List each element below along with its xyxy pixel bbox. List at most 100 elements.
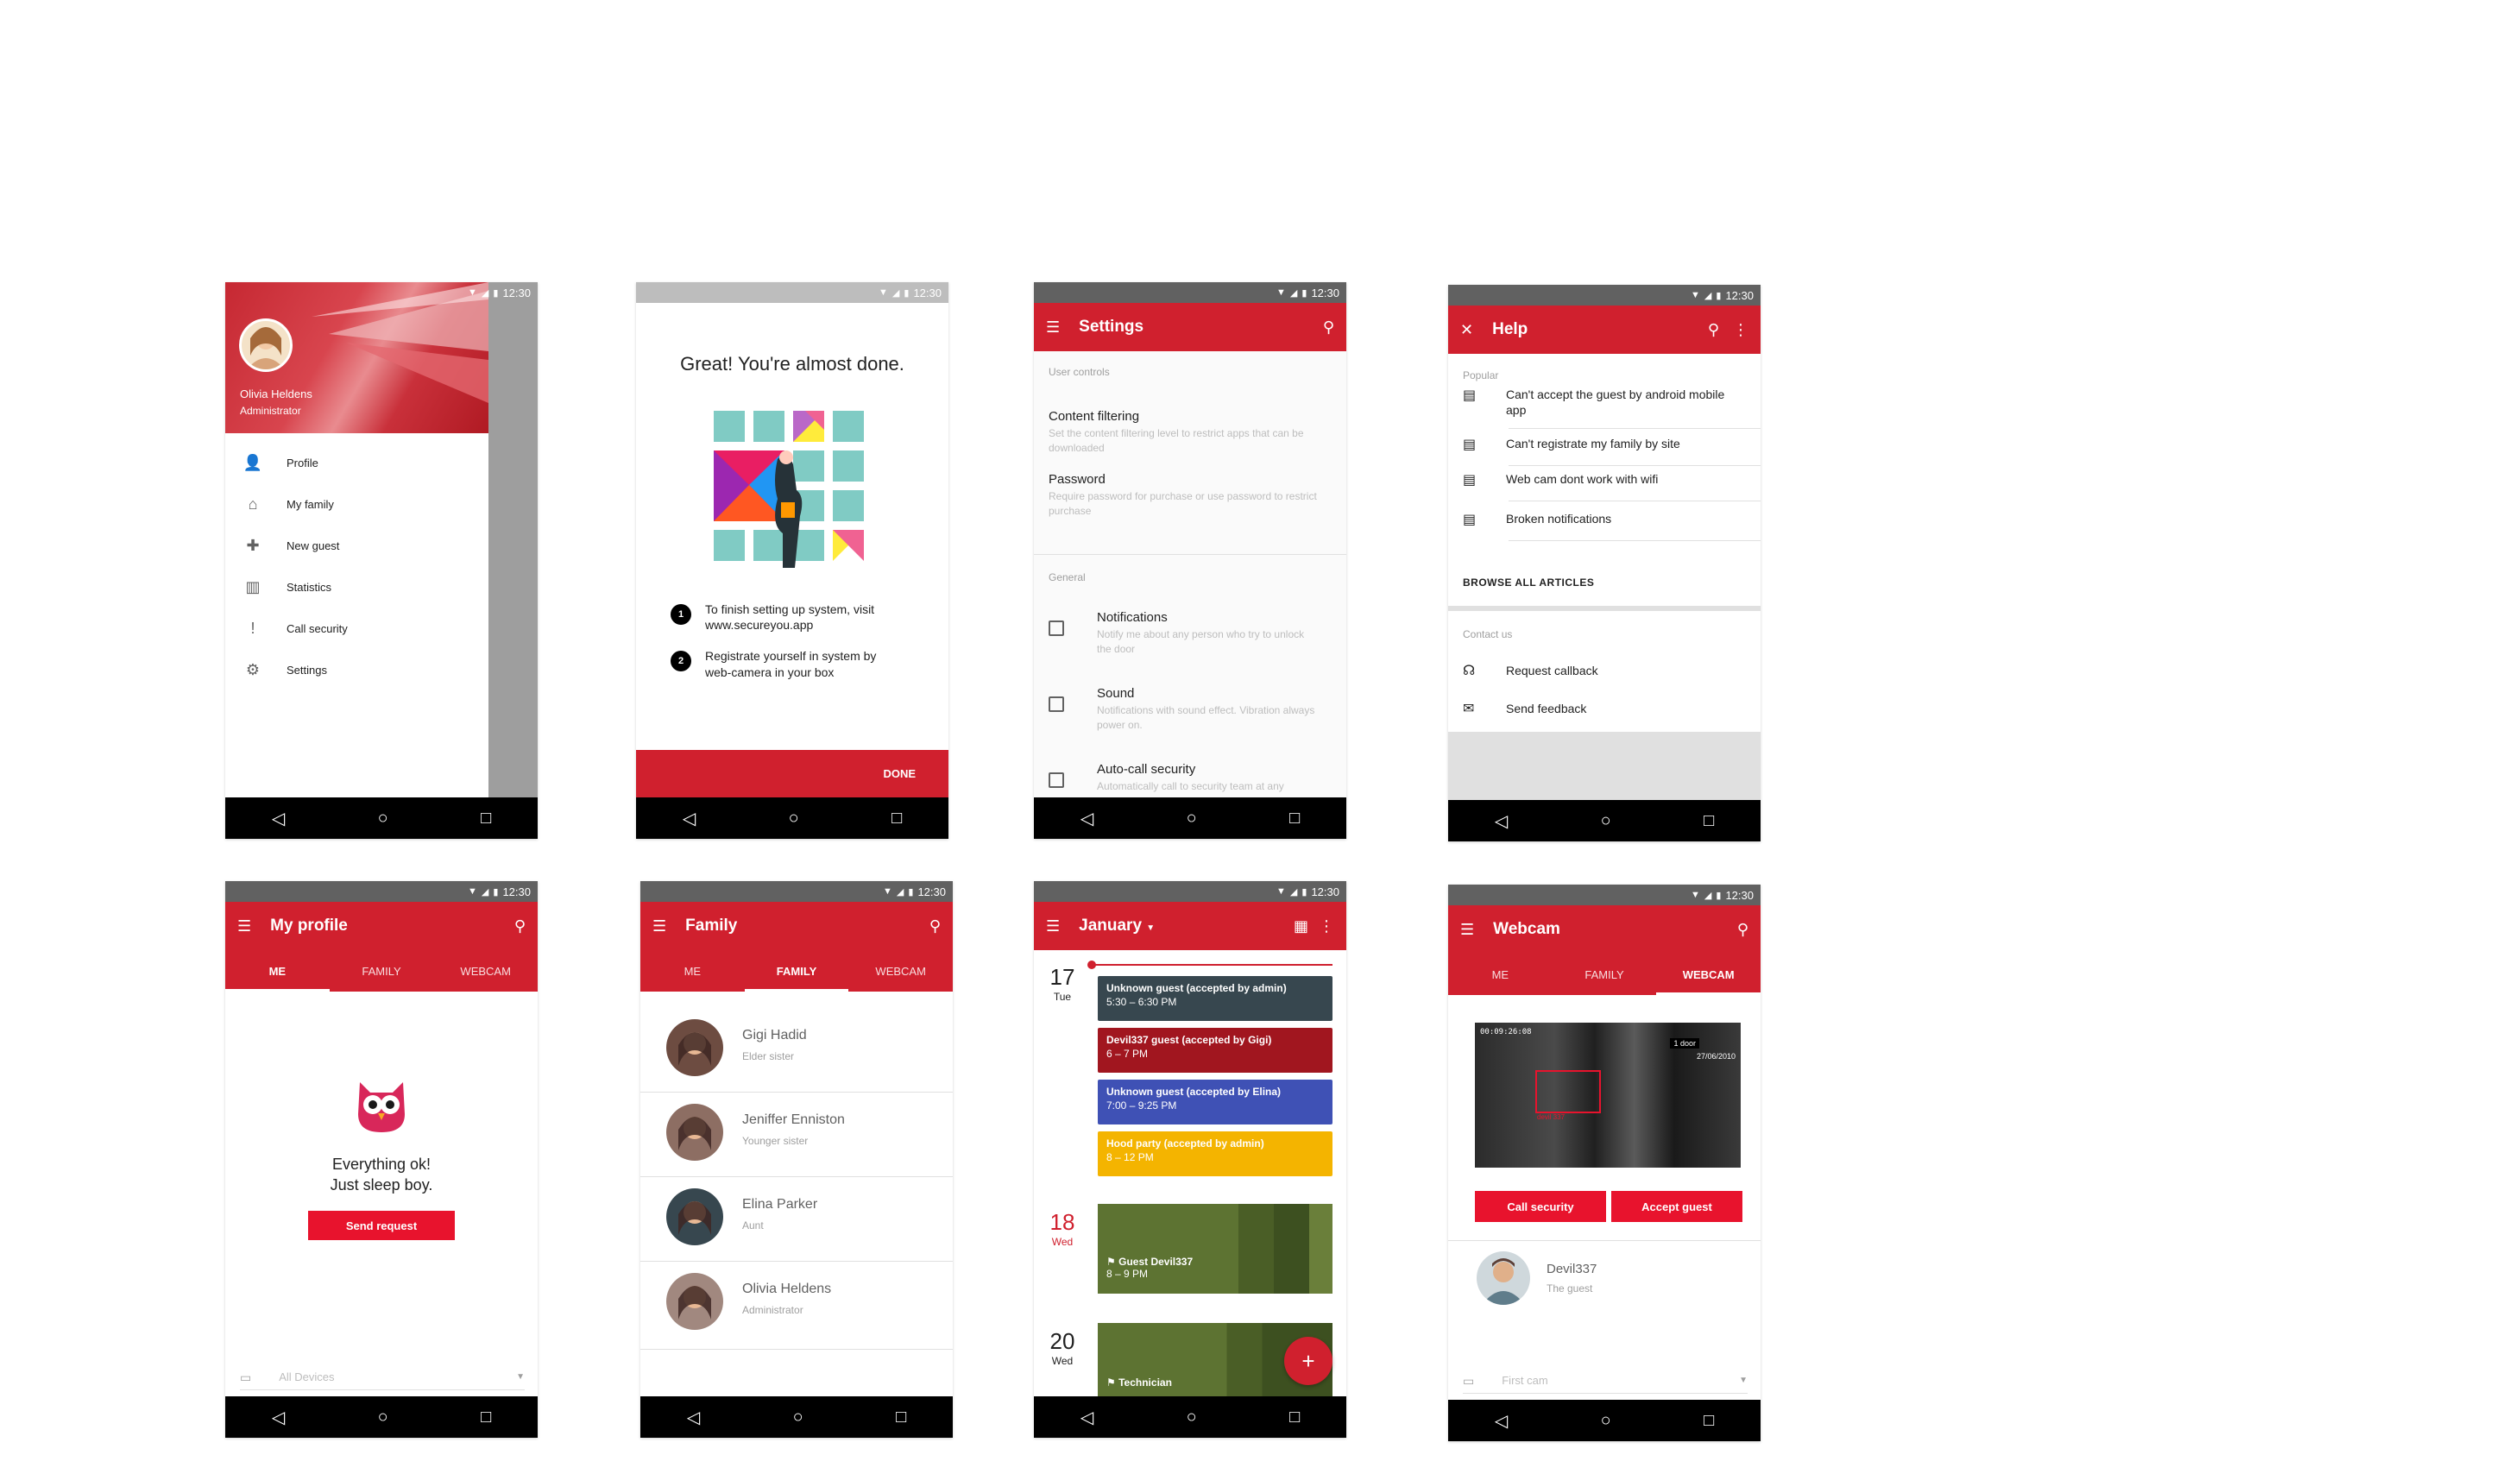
checkbox[interactable] — [1049, 772, 1064, 788]
back-icon[interactable]: ◁ — [687, 1407, 700, 1428]
done-button[interactable]: DONE — [883, 767, 916, 780]
drawer-item-label: New guest — [287, 539, 340, 552]
menu-icon[interactable]: ☰ — [1460, 922, 1474, 937]
recents-icon[interactable]: □ — [896, 1408, 906, 1427]
family-member[interactable]: Olivia Heldens Administrator — [640, 1264, 953, 1350]
menu-icon[interactable]: ☰ — [1046, 319, 1060, 335]
event-title: Devil337 guest (accepted by Gigi) — [1106, 1034, 1272, 1046]
help-article[interactable]: ▤ Can't accept the guest by android mobil… — [1448, 387, 1761, 418]
help-article[interactable]: ▤ Web cam dont work with wifi — [1448, 471, 1761, 488]
home-button-icon[interactable]: ○ — [1187, 1408, 1197, 1427]
send-request-button[interactable]: Send request — [308, 1211, 455, 1240]
tab-family[interactable]: FAMILY — [1553, 954, 1657, 995]
home-button-icon[interactable]: ○ — [378, 1408, 388, 1427]
search-icon[interactable]: ⚲ — [1708, 322, 1719, 337]
android-nav-bar: ◁ ○ □ — [1448, 800, 1761, 841]
home-button-icon[interactable]: ○ — [1601, 811, 1611, 831]
calendar-event[interactable]: Unknown guest (accepted by admin) 5:30 – … — [1098, 976, 1332, 1021]
recents-icon[interactable]: □ — [1704, 811, 1714, 831]
home-button-icon[interactable]: ○ — [789, 809, 799, 828]
more-vert-icon[interactable]: ⋮ — [1319, 918, 1334, 934]
back-icon[interactable]: ◁ — [272, 808, 285, 829]
accept-guest-button[interactable]: Accept guest — [1611, 1191, 1742, 1222]
tab-family[interactable]: FAMILY — [744, 950, 849, 992]
call-security-button[interactable]: Call security — [1475, 1191, 1606, 1222]
tab-me[interactable]: ME — [1448, 954, 1553, 995]
browse-all-button[interactable]: BROWSE ALL ARTICLES — [1463, 576, 1594, 589]
home-button-icon[interactable]: ○ — [1601, 1411, 1611, 1431]
back-icon[interactable]: ◁ — [1495, 1410, 1508, 1432]
drawer: Olivia Heldens Administrator 👤 Profile ⌂ My… — [225, 282, 488, 839]
family-member[interactable]: Elina Parker Aunt — [640, 1180, 953, 1264]
search-icon[interactable]: ⚲ — [514, 918, 526, 934]
calendar-icon[interactable]: ▦ — [1294, 918, 1308, 934]
drawer-item-statistics[interactable]: ▥ Statistics — [225, 566, 488, 608]
recents-icon[interactable]: □ — [481, 809, 491, 828]
calendar-event[interactable]: Unknown guest (accepted by Elina) 7:00 – … — [1098, 1080, 1332, 1124]
drawer-item-my-family[interactable]: ⌂ My family — [225, 483, 488, 525]
recents-icon[interactable]: □ — [891, 809, 902, 828]
recents-icon[interactable]: □ — [1289, 1408, 1300, 1427]
recents-icon[interactable]: □ — [481, 1408, 491, 1427]
search-icon[interactable]: ⚲ — [1737, 922, 1748, 937]
step-text: To finish setting up system, visit www.s… — [705, 602, 875, 633]
drawer-item-new-guest[interactable]: ✚ New guest — [225, 525, 488, 566]
recents-icon[interactable]: □ — [1704, 1411, 1714, 1431]
back-icon[interactable]: ◁ — [272, 1407, 285, 1428]
tab-webcam[interactable]: WEBCAM — [1656, 954, 1761, 995]
status-bar: ▼ ◢ ▮ 12:30 — [1034, 881, 1346, 902]
family-member[interactable]: Jeniffer Enniston Younger sister — [640, 1095, 953, 1180]
more-vert-icon[interactable]: ⋮ — [1733, 322, 1748, 337]
tab-me[interactable]: ME — [225, 950, 330, 992]
tab-webcam[interactable]: WEBCAM — [433, 950, 538, 992]
back-icon[interactable]: ◁ — [1080, 1407, 1093, 1428]
article-icon: ▤ — [1463, 438, 1477, 452]
event-guest-devil337[interactable]: ⚑ Guest Devil337 8 – 9 PM — [1098, 1204, 1332, 1294]
menu-icon[interactable]: ☰ — [237, 918, 251, 934]
setting-content-filtering[interactable]: Content filtering Set the content filteri… — [1034, 409, 1346, 456]
recents-icon[interactable]: □ — [1289, 809, 1300, 828]
webcam-feed[interactable]: 00:09:26:08 1 door 27/06/2010 devil 337 — [1475, 1023, 1741, 1168]
home-button-icon[interactable]: ○ — [378, 809, 388, 828]
add-event-fab[interactable]: + — [1284, 1337, 1332, 1385]
checkbox[interactable] — [1049, 620, 1064, 636]
cam-label: 1 door — [1670, 1038, 1699, 1049]
family-member[interactable]: Gigi Hadid Elder sister — [640, 1011, 953, 1095]
tab-me[interactable]: ME — [640, 950, 745, 992]
divider — [1509, 465, 1761, 466]
help-article[interactable]: ▤ Can't registrate my family by site — [1448, 436, 1761, 453]
search-icon[interactable]: ⚲ — [929, 918, 941, 934]
check-text: Auto-call security Automatically call to … — [1097, 762, 1321, 794]
home-button-icon[interactable]: ○ — [793, 1408, 803, 1427]
checkbox[interactable] — [1049, 696, 1064, 712]
home-button-icon[interactable]: ○ — [1187, 809, 1197, 828]
calendar-event[interactable]: Hood party (accepted by admin) 8 – 12 PM — [1098, 1131, 1332, 1176]
back-icon[interactable]: ◁ — [1495, 810, 1508, 832]
page-title: My profile — [270, 917, 348, 935]
close-icon[interactable]: ✕ — [1460, 322, 1473, 337]
back-icon[interactable]: ◁ — [683, 808, 696, 829]
avatar[interactable] — [239, 318, 293, 372]
camera-select[interactable]: ▭ First cam ▼ — [1463, 1368, 1748, 1394]
menu-icon[interactable]: ☰ — [1046, 918, 1060, 934]
drawer-item-settings[interactable]: ⚙ Settings — [225, 649, 488, 690]
tab-family[interactable]: FAMILY — [330, 950, 434, 992]
drawer-item-call-security[interactable]: ! Call security — [225, 608, 488, 649]
drawer-item-profile[interactable]: 👤 Profile — [225, 442, 488, 483]
section-popular: Popular — [1463, 369, 1499, 381]
setting-password[interactable]: Password Require password for purchase or… — [1034, 472, 1346, 519]
back-icon[interactable]: ◁ — [1080, 808, 1093, 829]
contact-request-callback[interactable]: ☊ Request callback — [1448, 662, 1761, 679]
search-icon[interactable]: ⚲ — [1323, 319, 1334, 335]
menu-icon[interactable]: ☰ — [652, 918, 666, 934]
devices-select[interactable]: ▭ All Devices ▼ — [240, 1364, 525, 1390]
android-nav-bar: ◁ ○ □ — [225, 797, 538, 839]
calendar-event[interactable]: Devil337 guest (accepted by Gigi) 6 – 7 P… — [1098, 1028, 1332, 1073]
help-article[interactable]: ▤ Broken notifications — [1448, 511, 1761, 528]
guest-name: Devil337 — [1547, 1262, 1597, 1276]
page-title: Webcam — [1493, 920, 1560, 938]
month-select[interactable]: January ▼ — [1079, 917, 1294, 935]
member-name: Olivia Heldens — [742, 1282, 832, 1296]
contact-send-feedback[interactable]: ✉ Send feedback — [1448, 700, 1761, 717]
tab-webcam[interactable]: WEBCAM — [848, 950, 953, 992]
